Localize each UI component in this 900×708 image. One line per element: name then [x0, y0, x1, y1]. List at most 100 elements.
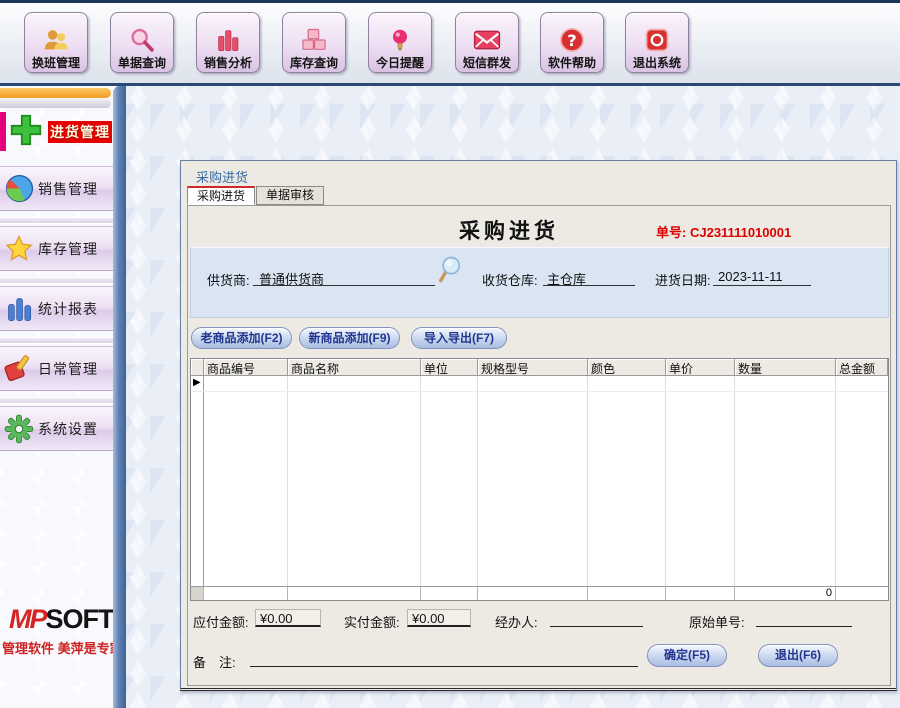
grid-header-cell: 商品编号 [204, 359, 288, 376]
import-export-button[interactable]: 导入导出(F7) [411, 327, 507, 349]
warehouse-label: 收货仓库: [482, 270, 538, 289]
current-row-indicator: ▶ [193, 377, 201, 388]
order-number: 单号: CJ231111010001 [656, 222, 791, 241]
toolbar-button-label: 今日提醒 [376, 56, 424, 70]
sales-analysis-button[interactable]: 销售分析 [196, 12, 260, 73]
grid-column [836, 376, 888, 586]
envelope-icon [472, 24, 502, 56]
note-input[interactable] [250, 666, 638, 667]
grid-summary-row: 0 [191, 586, 888, 600]
grid-selector-column [191, 376, 204, 586]
sidebar-active-label: 进货管理 [48, 121, 112, 143]
sidebar-item-label: 日常管理 [38, 359, 98, 379]
paid-amount-field[interactable]: ¥0.00 [407, 609, 471, 627]
sidebar-blue-divider [113, 86, 126, 708]
sidebar-item-settings[interactable]: 系统设置 [0, 406, 113, 451]
grid-column [666, 376, 735, 586]
sidebar-separator [0, 337, 113, 344]
sidebar-item-label: 库存管理 [38, 239, 98, 259]
grid-header-cell: 总金额 [836, 359, 888, 376]
app-root: 换班管理 单据查询 销售分析 [0, 0, 900, 708]
logo-mp: MP [9, 604, 46, 634]
payable-label: 应付金额: [193, 612, 249, 631]
payable-amount-field[interactable]: ¥0.00 [255, 609, 321, 627]
exit-system-button[interactable]: 退出系统 [625, 12, 689, 73]
order-number-label: 单号: [656, 225, 686, 240]
sidebar-separator [0, 217, 113, 224]
doc-query-button[interactable]: 单据查询 [110, 12, 174, 73]
sidebar-top-gray-bar [0, 99, 111, 108]
summary-selector-cell [191, 587, 204, 600]
shift-manage-button[interactable]: 换班管理 [24, 12, 88, 73]
exit-button[interactable]: 退出(F6) [758, 644, 838, 667]
tab-purchase[interactable]: 采购进货 [187, 186, 255, 205]
power-icon [643, 24, 671, 56]
grid-header-selector [191, 359, 204, 376]
order-number-value: CJ231111010001 [690, 225, 791, 240]
date-underline [713, 285, 811, 286]
add-old-product-button[interactable]: 老商品添加(F2) [191, 327, 292, 349]
add-new-product-button[interactable]: 新商品添加(F9) [299, 327, 400, 349]
operator-input[interactable] [550, 626, 643, 627]
operator-label: 经办人: [495, 612, 538, 631]
window-title: 采购进货 [196, 167, 248, 186]
sidebar-item-sales[interactable]: 销售管理 [0, 166, 113, 211]
first-row-divider [191, 391, 888, 392]
help-icon: ? [558, 24, 586, 56]
date-input[interactable]: 2023-11-11 [718, 269, 783, 284]
original-no-label: 原始单号: [689, 612, 745, 631]
grid-body[interactable]: ▶ [191, 376, 888, 586]
magnifier-icon [128, 24, 156, 56]
grid-header-cell: 规格型号 [478, 359, 588, 376]
date-label: 进货日期: [655, 270, 711, 289]
brush-icon [0, 354, 38, 384]
sidebar-separator [0, 277, 113, 284]
stock-query-button[interactable]: 库存查询 [282, 12, 346, 73]
svg-text:?: ? [567, 31, 576, 50]
grid-header-cell: 单位 [421, 359, 478, 376]
toolbar-button-label: 库存查询 [290, 56, 338, 70]
toolbar-button-label: 单据查询 [118, 56, 166, 70]
logo-tagline: 管理软件 美萍是专家 [2, 638, 123, 657]
gear-icon [0, 414, 38, 444]
grid-column [588, 376, 666, 586]
mpsoft-logo: MPSOFT [9, 604, 114, 635]
tab-audit[interactable]: 单据审核 [256, 186, 324, 205]
sidebar-separator [0, 397, 113, 404]
top-toolbar: 换班管理 单据查询 销售分析 [0, 0, 900, 86]
supplier-lookup-icon[interactable] [437, 254, 463, 289]
bar-chart-blue-icon [0, 295, 38, 323]
quantity-total: 0 [735, 587, 836, 600]
confirm-button[interactable]: 确定(F5) [647, 644, 727, 667]
sidebar-item-label: 统计报表 [38, 299, 98, 319]
logo-soft: SOFT [46, 604, 114, 634]
grid-header-cell: 数量 [735, 359, 836, 376]
help-button[interactable]: ? 软件帮助 [540, 12, 604, 73]
supplier-label: 供货商: [207, 270, 250, 289]
today-reminder-button[interactable]: 今日提醒 [368, 12, 432, 73]
grid-column [421, 376, 478, 586]
sidebar-item-reports[interactable]: 统计报表 [0, 286, 113, 331]
warehouse-underline [543, 285, 635, 286]
items-grid[interactable]: 商品编号 商品名称 单位 规格型号 颜色 单价 数量 总金额 [190, 358, 889, 601]
cubes-icon [299, 24, 329, 56]
sidebar-item-purchase-active[interactable]: 进货管理 [8, 110, 113, 154]
grid-column [288, 376, 421, 586]
sms-broadcast-button[interactable]: 短信群发 [455, 12, 519, 73]
supplier-underline [253, 285, 435, 286]
tab-bar: 采购进货 单据审核 [187, 186, 325, 206]
header-fields-panel: 供货商: 普通供货商 收货仓库: 主仓库 进货日期: 2023-11-11 [190, 247, 889, 318]
grid-column [204, 376, 288, 586]
sidebar-item-inventory[interactable]: 库存管理 [0, 226, 113, 271]
original-no-input[interactable] [756, 626, 852, 627]
paid-label: 实付金额: [344, 612, 400, 631]
people-icon [41, 24, 71, 56]
toolbar-button-label: 销售分析 [204, 56, 252, 70]
sidebar-item-daily[interactable]: 日常管理 [0, 346, 113, 391]
grid-header-cell: 颜色 [588, 359, 666, 376]
grid-header-cell: 商品名称 [288, 359, 421, 376]
toolbar-button-label: 换班管理 [32, 56, 80, 70]
grid-column [735, 376, 836, 586]
sidebar-top-orange-bar [0, 88, 111, 98]
grid-header-row: 商品编号 商品名称 单位 规格型号 颜色 单价 数量 总金额 [191, 359, 888, 376]
